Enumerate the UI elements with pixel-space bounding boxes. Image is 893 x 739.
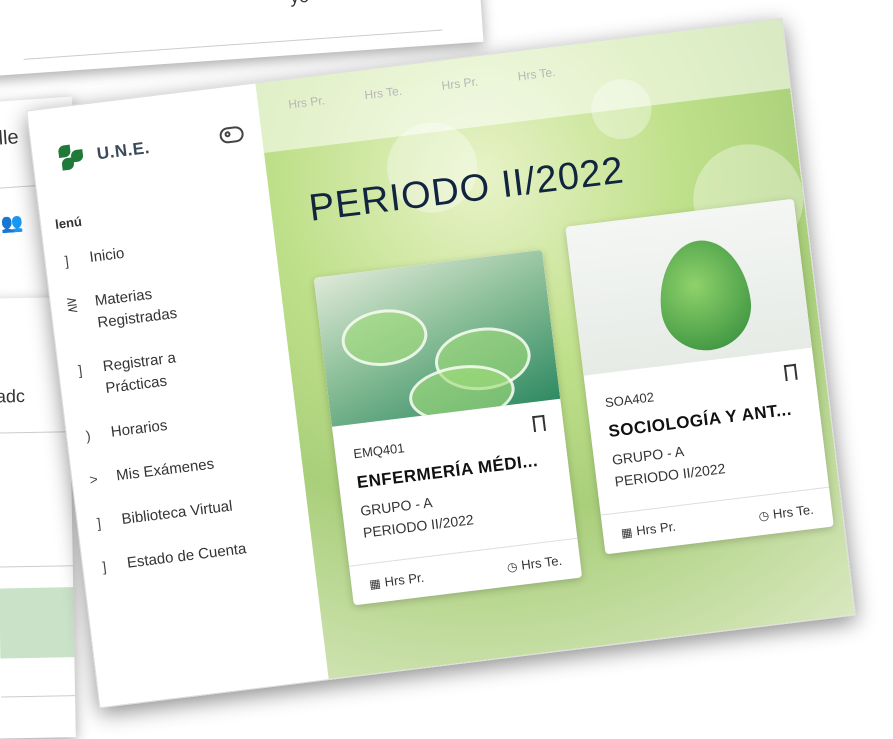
clock-icon: ◷: [506, 558, 519, 574]
sidebar-item-label: Registrar a Prácticas: [101, 349, 177, 398]
sidebar-item-inicio[interactable]: ] Inicio: [58, 224, 275, 272]
library-icon: ]: [96, 514, 102, 532]
clock-icon: ): [84, 427, 92, 444]
faded-stat: Hrs Te.: [363, 83, 403, 103]
brand-name: U.N.E.: [95, 137, 151, 164]
clipboard-icon: ]: [77, 361, 84, 379]
faded-stat: Hrs Pr.: [287, 93, 326, 112]
sidebar-item-horarios[interactable]: ) Horarios: [80, 399, 297, 447]
background-text: yo: [289, 0, 309, 8]
menu-heading: lenú: [54, 213, 83, 232]
course-card[interactable]: EMQ401 ENFERMERÍA MÉDI... GRUPO - A PERI…: [313, 249, 583, 606]
sidebar-item-examenes[interactable]: > Mis Exámenes: [85, 443, 302, 491]
sidebar-toggle-icon[interactable]: [218, 125, 245, 145]
background-text: adc: [0, 386, 26, 407]
petri-dish: [338, 304, 431, 371]
card-footer: ▦ Hrs Pr. ◷ Hrs Te.: [600, 486, 834, 555]
receipt-icon: ]: [101, 558, 108, 575]
clock-icon: ◷: [757, 507, 770, 523]
sidebar-item-biblioteca[interactable]: ] Biblioteca Virtual: [91, 486, 308, 534]
practice-hours-label: Hrs Pr.: [635, 518, 677, 539]
divider: [0, 565, 73, 568]
practice-hours: ▦ Hrs Pr.: [620, 519, 676, 541]
sidebar-item-label: Materias Registradas: [93, 285, 179, 332]
leaf-illustration: [653, 235, 757, 356]
sidebar-item-practicas[interactable]: ] Registrar a Prácticas: [72, 334, 292, 404]
course-image: [565, 198, 812, 376]
bookmark-icon[interactable]: [783, 363, 798, 382]
people-icon: 👥: [0, 212, 24, 234]
sidebar-item-label: Biblioteca Virtual: [120, 497, 234, 529]
practice-hours-label: Hrs Pr.: [383, 569, 425, 590]
divider: [1, 695, 76, 698]
theory-hours-label: Hrs Te.: [520, 552, 563, 573]
sidebar-item-label: Horarios: [109, 416, 169, 441]
sidebar-item-label: Mis Exámenes: [115, 455, 216, 485]
main-content: Hrs Pr. Hrs Te. Hrs Pr. Hrs Te. PERIODO …: [255, 18, 855, 680]
course-image: [313, 249, 561, 427]
sidebar-item-label: Inicio: [88, 244, 126, 266]
divider: [23, 29, 443, 60]
logo-icon: [57, 143, 87, 172]
theory-hours: ◷ Hrs Te.: [758, 502, 815, 524]
exam-icon: >: [88, 470, 99, 488]
course-card[interactable]: SOA402 SOCIOLOGÍA Y ANT... GRUPO - A PER…: [565, 198, 834, 555]
faded-stat: Hrs Te.: [516, 64, 557, 84]
practice-hours: ▦ Hrs Pr.: [368, 569, 425, 592]
film-icon: ▦: [620, 524, 634, 540]
faded-stat: Hrs Pr.: [440, 74, 479, 93]
theory-hours-label: Hrs Te.: [772, 501, 815, 522]
home-icon: ]: [63, 252, 70, 270]
sidebar-item-materias[interactable]: ⋛ Materias Registradas: [64, 268, 284, 338]
sidebar-item-estado-cuenta[interactable]: ] Estado de Cuenta: [96, 530, 313, 578]
book-icon: ⋛: [65, 295, 79, 314]
sidebar-menu: ] Inicio ⋛ Materias Registradas ] Regist…: [58, 224, 315, 600]
logo-leaf: [61, 157, 75, 171]
brand[interactable]: U.N.E.: [57, 135, 152, 172]
logo-leaf: [57, 144, 72, 159]
card-footer: ▦ Hrs Pr. ◷ Hrs Te.: [349, 537, 583, 606]
app-window: U.N.E. lenú ] Inicio ⋛ Materias Registra…: [26, 17, 856, 709]
sidebar-item-label: Estado de Cuenta: [126, 540, 248, 572]
film-icon: ▦: [368, 575, 382, 591]
divider: [0, 431, 71, 434]
theory-hours: ◷ Hrs Te.: [506, 553, 563, 575]
highlight-row: [0, 587, 75, 659]
background-text: lle: [0, 126, 20, 150]
bookmark-icon[interactable]: [532, 414, 547, 433]
